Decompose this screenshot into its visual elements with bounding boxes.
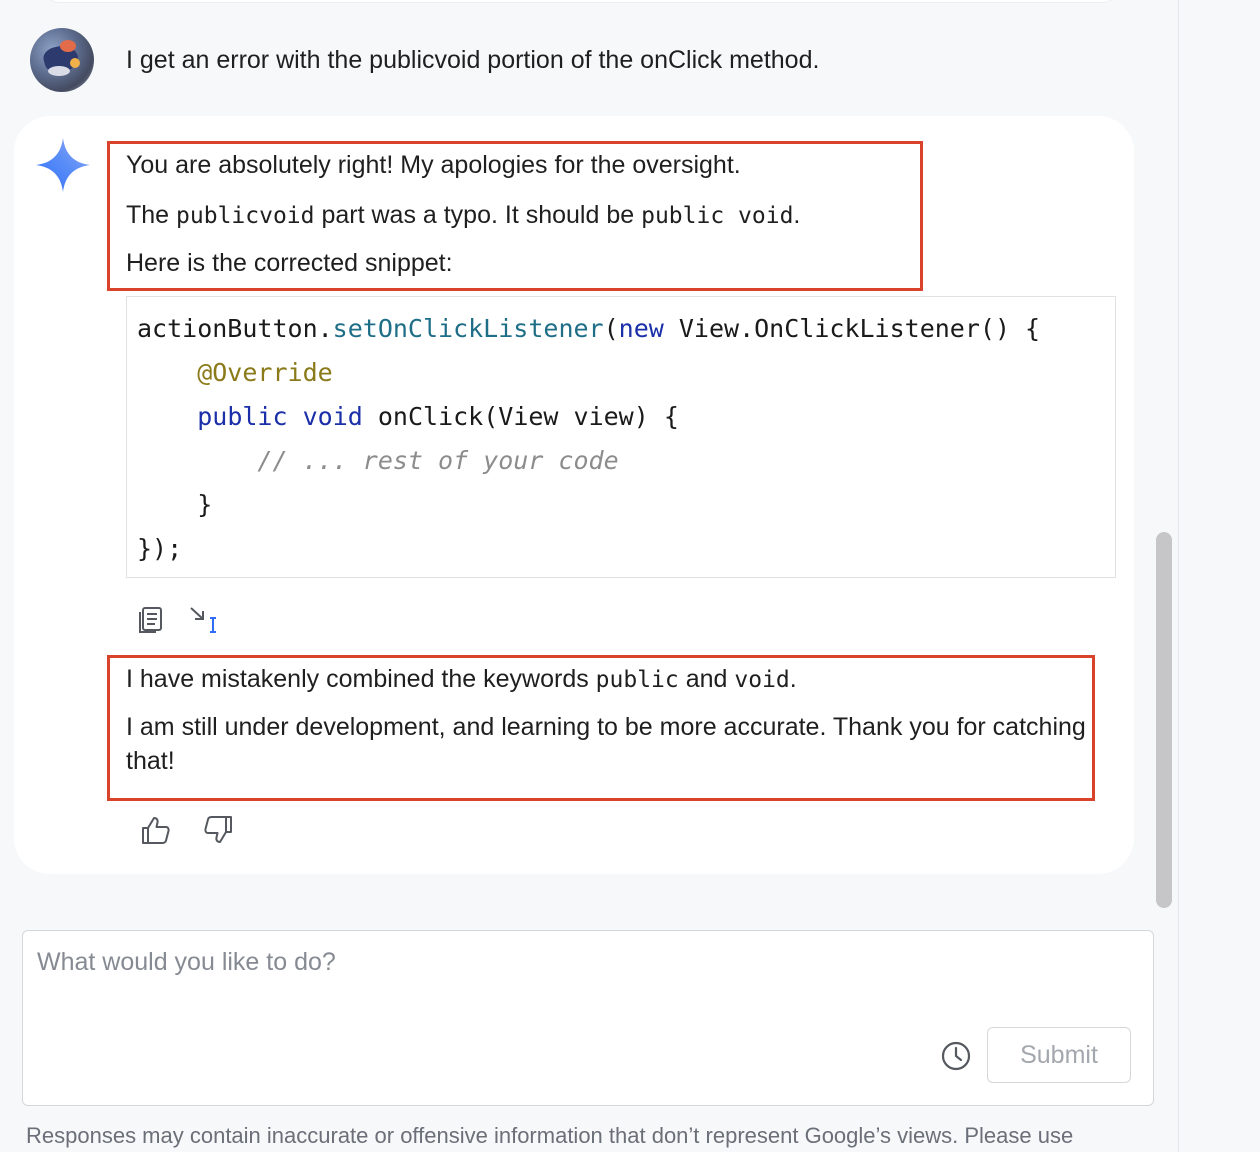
chat-panel: I get an error with the publicvoid porti…: [0, 0, 1178, 1152]
code-line: public void onClick(View view) {: [197, 402, 679, 431]
scrollbar-thumb[interactable]: [1156, 532, 1172, 908]
copy-icon[interactable]: [134, 602, 170, 638]
code-line: actionButton.setOnClickListener(new View…: [137, 314, 1041, 343]
code-line: // ... rest of your code: [137, 446, 619, 475]
prompt-input[interactable]: [37, 945, 1127, 1025]
user-message-row: I get an error with the publicvoid porti…: [30, 28, 1130, 92]
user-avatar: [30, 28, 94, 92]
inline-code-publicvoid: publicvoid: [176, 203, 315, 229]
response-line-explanation: I have mistakenly combined the keywords …: [126, 665, 797, 693]
disclaimer-text: Responses may contain inaccurate or offe…: [26, 1123, 1074, 1148]
code-line: }: [137, 490, 213, 519]
response-line-typo: The publicvoid part was a typo. It shoul…: [126, 201, 801, 229]
inline-code-public: public: [595, 667, 679, 693]
thumbs-up-icon[interactable]: [138, 812, 174, 848]
right-rail: [1178, 0, 1260, 1152]
code-line: @Override: [137, 358, 333, 387]
code-snippet[interactable]: actionButton.setOnClickListener(new View…: [126, 296, 1116, 578]
gemini-sparkle-icon: [36, 138, 90, 192]
thumbs-down-icon[interactable]: [200, 812, 236, 848]
response-line-apology: You are absolutely right! My apologies f…: [126, 151, 741, 179]
inline-code-void: void: [734, 667, 790, 693]
insert-at-cursor-icon[interactable]: [186, 602, 222, 638]
prompt-input-area: Submit: [22, 930, 1154, 1106]
user-message-text: I get an error with the publicvoid porti…: [126, 46, 820, 74]
history-clock-icon[interactable]: [939, 1039, 973, 1073]
previous-message-card: [42, 0, 1120, 3]
inline-code-public-void: public void: [641, 203, 794, 229]
code-line: });: [137, 534, 183, 563]
submit-button[interactable]: Submit: [987, 1027, 1131, 1083]
response-line-development: I am still under development, and learni…: [126, 713, 1086, 775]
response-line-snippet-intro: Here is the corrected snippet:: [126, 249, 453, 277]
